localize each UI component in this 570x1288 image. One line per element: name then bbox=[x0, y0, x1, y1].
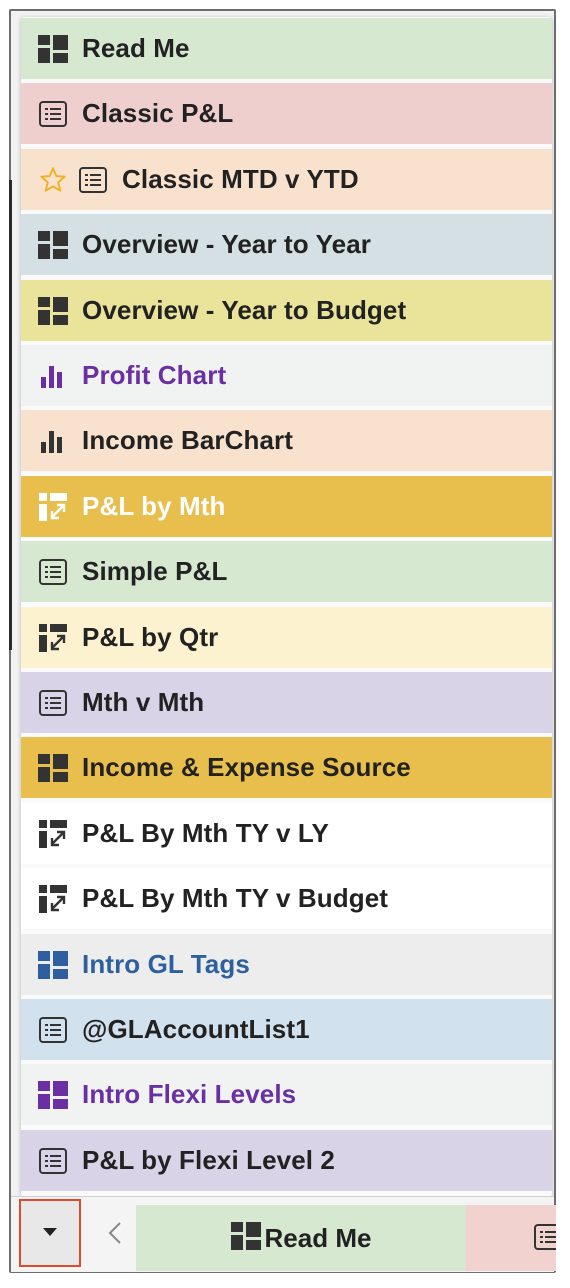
background-edge bbox=[9, 180, 12, 650]
pivot-icon bbox=[38, 819, 68, 849]
menu-item-label: Intro Flexi Levels bbox=[82, 1079, 297, 1109]
menu-item[interactable]: Overview - Year to Budget bbox=[21, 280, 552, 341]
menu-item-label: Profit Chart bbox=[82, 360, 227, 390]
menu-item-label: Classic P&L bbox=[82, 98, 234, 128]
dashboard-icon bbox=[230, 1221, 261, 1255]
menu-item[interactable]: Intro GL Tags bbox=[21, 934, 552, 995]
report-list-icon bbox=[78, 165, 108, 195]
report-list-icon bbox=[38, 99, 68, 129]
dashboard-icon bbox=[38, 753, 68, 783]
menu-item[interactable]: P&L by Mth bbox=[21, 476, 552, 537]
menu-item[interactable]: Overview - Year to Year bbox=[21, 214, 552, 275]
menu-item-label: Income BarChart bbox=[82, 425, 293, 455]
menu-item-label: Mth v Mth bbox=[82, 687, 205, 717]
menu-item-label: P&L By Mth TY v LY bbox=[82, 818, 329, 848]
menu-item-label: Simple P&L bbox=[82, 556, 228, 586]
menu-item-label: Overview - Year to Budget bbox=[82, 295, 407, 325]
menu-item[interactable]: Read Me bbox=[21, 18, 552, 79]
pivot-icon bbox=[38, 492, 68, 522]
tab-next-report[interactable] bbox=[466, 1205, 556, 1271]
report-list-icon bbox=[38, 557, 68, 587]
menu-item-label: P&L By Mth TY v Budget bbox=[82, 883, 389, 913]
report-list-icon bbox=[38, 1146, 68, 1176]
menu-item-label: P&L by Mth bbox=[82, 491, 226, 521]
menu-item-label: Classic MTD v YTD bbox=[122, 164, 359, 194]
menu-item[interactable]: Income BarChart bbox=[21, 410, 552, 471]
menu-item-label: P&L by Flexi Level 2 bbox=[82, 1145, 335, 1175]
report-list-icon bbox=[38, 688, 68, 718]
report-menu: Read Me Classic P&L Classic MTD v YTD Overv… bbox=[21, 17, 552, 1197]
menu-item-label: Read Me bbox=[82, 33, 190, 63]
report-list-icon bbox=[38, 1015, 68, 1045]
chevron-left-icon bbox=[108, 1221, 122, 1250]
pivot-icon bbox=[38, 884, 68, 914]
dashboard-icon bbox=[38, 34, 68, 64]
pivot-icon bbox=[38, 623, 68, 653]
menu-item[interactable]: P&L By Mth TY v LY bbox=[21, 803, 552, 864]
menu-item-label: P&L by Qtr bbox=[82, 622, 219, 652]
menu-item[interactable]: P&L By Mth TY v Budget bbox=[21, 868, 552, 929]
previous-tab-button[interactable] bbox=[93, 1205, 137, 1265]
dashboard-icon bbox=[38, 1080, 68, 1110]
star-icon[interactable] bbox=[38, 165, 68, 195]
menu-item[interactable]: @GLAccountList1 bbox=[21, 999, 552, 1060]
menu-item[interactable]: Income & Expense Source bbox=[21, 737, 552, 798]
caret-down-icon bbox=[43, 1224, 57, 1242]
menu-item[interactable]: Intro Flexi Levels bbox=[21, 1064, 552, 1125]
bar-chart-icon bbox=[38, 361, 68, 391]
tab-label: Read Me bbox=[264, 1222, 372, 1253]
menu-item[interactable]: Mth v Mth bbox=[21, 672, 552, 733]
menu-item[interactable]: P&L by Qtr bbox=[21, 607, 552, 668]
dashboard-icon bbox=[38, 296, 68, 326]
dashboard-icon bbox=[38, 950, 68, 980]
menu-item[interactable]: P&L by Flexi Level 2 bbox=[21, 1130, 552, 1191]
menu-item[interactable]: Classic P&L bbox=[21, 83, 552, 144]
menu-item[interactable]: Classic MTD v YTD bbox=[21, 149, 552, 210]
menu-item-label: Overview - Year to Year bbox=[82, 229, 371, 259]
menu-item[interactable]: Profit Chart bbox=[21, 345, 552, 406]
menu-item-label: Income & Expense Source bbox=[82, 752, 411, 782]
dashboard-icon bbox=[38, 230, 68, 260]
menu-item-label: Intro GL Tags bbox=[82, 949, 250, 979]
tab-list-dropdown-button[interactable] bbox=[19, 1199, 81, 1267]
report-list-icon bbox=[534, 1224, 556, 1255]
bar-chart-icon bbox=[38, 426, 68, 456]
menu-item-label: @GLAccountList1 bbox=[82, 1014, 310, 1044]
tab-read-me[interactable]: Read Me bbox=[136, 1205, 466, 1271]
menu-item[interactable]: Simple P&L bbox=[21, 541, 552, 602]
tab-bar: Read Me bbox=[11, 1196, 556, 1272]
